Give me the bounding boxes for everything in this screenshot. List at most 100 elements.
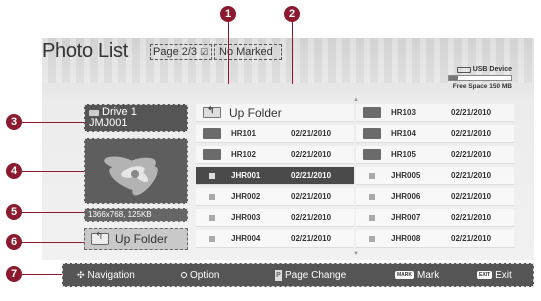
- callout-2: 2: [284, 6, 300, 22]
- callout-7: 7: [6, 266, 22, 282]
- usb-icon: [456, 66, 471, 73]
- item-date: 02/21/2010: [451, 213, 492, 222]
- bottom-help-bar: ✣ Navigation Option P Page Change MARK M…: [62, 263, 534, 287]
- usb-space-fill: [449, 76, 459, 80]
- folder-item[interactable]: HR104 02/21/2010: [356, 125, 514, 143]
- up-folder-item[interactable]: Up Folder: [196, 104, 354, 122]
- folder-icon: [203, 128, 221, 139]
- photo-file-icon: [209, 172, 215, 179]
- item-name: JHR008: [391, 234, 421, 243]
- up-folder-icon: [203, 105, 221, 118]
- ok-button-icon: [181, 272, 187, 278]
- item-date: 02/21/2010: [451, 192, 492, 201]
- up-folder-button[interactable]: Up Folder: [84, 228, 188, 250]
- photo-file-icon: [209, 214, 215, 221]
- item-date: 02/21/2010: [291, 129, 332, 138]
- item-name: JHR005: [391, 171, 421, 180]
- photo-file-icon: [209, 193, 215, 200]
- photo-item[interactable]: JHR006 02/21/2010: [356, 188, 514, 206]
- callout-6-line: [18, 242, 84, 243]
- item-date: 02/21/2010: [451, 150, 492, 159]
- item-date: 02/21/2010: [291, 171, 332, 180]
- photo-item[interactable]: JHR001 02/21/2010: [196, 167, 354, 185]
- flower-photo-icon: [85, 139, 187, 203]
- folder-icon: [203, 149, 221, 160]
- nav-hint: ✣ Navigation: [77, 270, 135, 281]
- photo-item[interactable]: JHR002 02/21/2010: [196, 188, 354, 206]
- item-name: HR101: [231, 129, 256, 138]
- photo-file-icon: [369, 214, 375, 221]
- item-name: JHR002: [231, 192, 261, 201]
- page-indicator-text: Page 2/3: [153, 46, 198, 58]
- item-name: Up Folder: [229, 105, 282, 120]
- photo-item[interactable]: JHR005 02/21/2010: [356, 167, 514, 185]
- folder-item[interactable]: HR103 02/21/2010: [356, 104, 514, 122]
- item-date: 02/21/2010: [451, 129, 492, 138]
- photo-file-icon: [369, 235, 375, 242]
- item-date: 02/21/2010: [291, 150, 332, 159]
- folder-item[interactable]: HR101 02/21/2010: [196, 125, 354, 143]
- photo-preview: [84, 138, 188, 204]
- folder-name: JMJ001: [89, 117, 128, 129]
- callout-2-line: [292, 20, 293, 84]
- photo-item[interactable]: JHR004 02/21/2010: [196, 230, 354, 248]
- page-title: Photo List: [42, 40, 128, 62]
- nav-label: Navigation: [87, 269, 135, 281]
- drive-info: Drive 1 JMJ001: [84, 104, 188, 132]
- callout-1-line: [228, 20, 229, 84]
- option-label: Option: [190, 269, 220, 281]
- page-indicator: Page 2/3 ☑: [150, 44, 212, 60]
- page-change-hint[interactable]: P Page Change: [275, 269, 346, 281]
- item-name: JHR001: [231, 171, 261, 180]
- item-name: JHR004: [231, 234, 261, 243]
- navigation-icon: ✣: [77, 269, 85, 280]
- photo-file-icon: [369, 172, 375, 179]
- folder-icon: [363, 128, 381, 139]
- item-name: HR104: [391, 129, 416, 138]
- page-change-icon: P: [275, 269, 282, 281]
- scroll-up-icon[interactable]: ▲: [353, 97, 359, 103]
- item-name: JHR003: [231, 213, 261, 222]
- item-date: 02/21/2010: [291, 234, 332, 243]
- usb-device-label: USB Device: [472, 66, 512, 73]
- usb-free-space: Free Space 150 MB: [452, 83, 512, 90]
- callout-4: 4: [6, 163, 22, 179]
- item-name: HR103: [391, 108, 416, 117]
- item-date: 02/21/2010: [451, 171, 492, 180]
- scroll-down-icon[interactable]: ▼: [353, 251, 359, 257]
- photo-file-icon: [209, 235, 215, 242]
- callout-7-line: [18, 274, 62, 275]
- callout-5: 5: [6, 204, 22, 220]
- checkbox-icon: ☑: [200, 47, 209, 57]
- usb-space-bar: [448, 75, 512, 81]
- mark-label: Mark: [417, 269, 440, 281]
- folder-icon: [363, 149, 381, 160]
- item-name: HR105: [391, 150, 416, 159]
- item-date: 02/21/2010: [451, 234, 492, 243]
- file-grid: Up FolderHR10302/21/2010HR10102/21/2010H…: [196, 104, 516, 254]
- callout-3-line: [18, 122, 84, 123]
- item-date: 02/21/2010: [291, 213, 332, 222]
- drive-icon: [89, 109, 99, 116]
- item-date: 02/21/2010: [291, 192, 332, 201]
- usb-status: USB Device Free Space 150 MB: [440, 66, 512, 94]
- item-name: HR102: [231, 150, 256, 159]
- option-hint[interactable]: Option: [181, 270, 219, 281]
- callout-6: 6: [6, 234, 22, 250]
- mark-key-icon: MARK: [395, 271, 414, 279]
- exit-hint[interactable]: EXIT Exit: [477, 270, 512, 281]
- item-name: JHR006: [391, 192, 421, 201]
- photo-item[interactable]: JHR003 02/21/2010: [196, 209, 354, 227]
- photo-item[interactable]: JHR008 02/21/2010: [356, 230, 514, 248]
- image-info: 1366x768, 125KB: [84, 208, 188, 222]
- folder-item[interactable]: HR102 02/21/2010: [196, 146, 354, 164]
- mark-hint[interactable]: MARK Mark: [395, 270, 439, 281]
- callout-4-line: [18, 171, 84, 172]
- photo-file-icon: [369, 193, 375, 200]
- callout-1: 1: [220, 6, 236, 22]
- up-folder-icon: [91, 231, 109, 245]
- photo-item[interactable]: JHR007 02/21/2010: [356, 209, 514, 227]
- folder-item[interactable]: HR105 02/21/2010: [356, 146, 514, 164]
- exit-key-icon: EXIT: [477, 271, 493, 279]
- item-name: JHR007: [391, 213, 421, 222]
